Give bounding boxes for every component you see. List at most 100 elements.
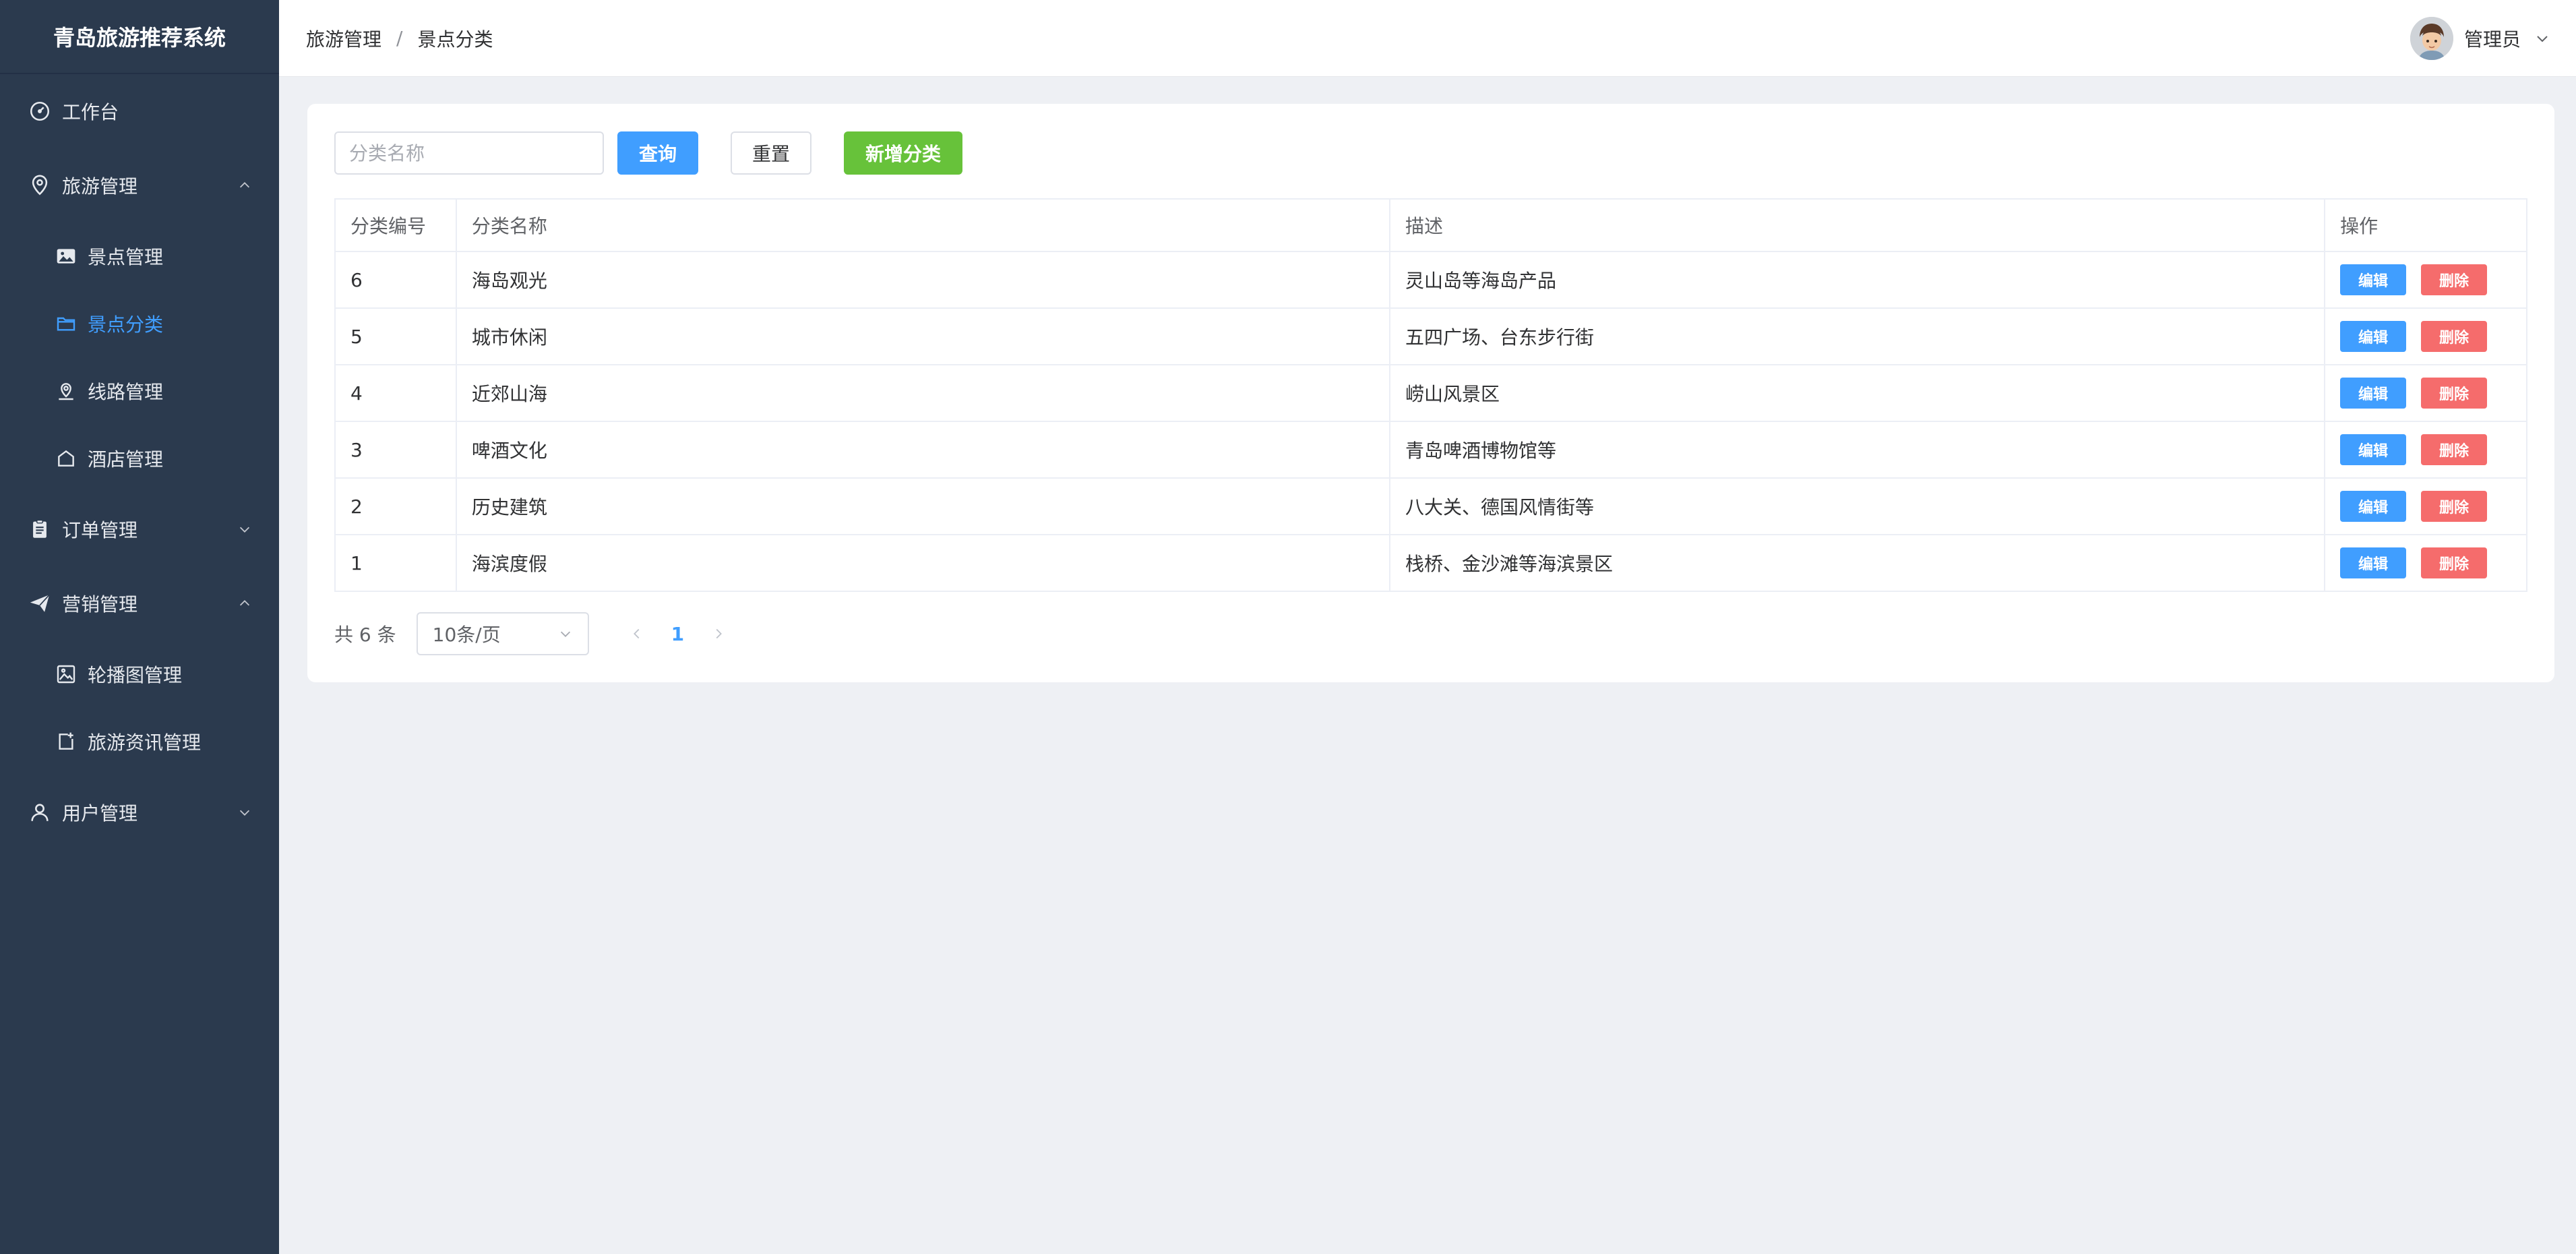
cell-actions: 编辑 删除 — [2324, 421, 2527, 479]
column-header-actions: 操作 — [2324, 198, 2527, 252]
table-row: 6 海岛观光 灵山岛等海岛产品 编辑 删除 — [334, 251, 2527, 309]
delete-button[interactable]: 删除 — [2421, 264, 2488, 295]
category-table: 分类编号 分类名称 描述 操作 6 海岛观光 灵山岛等海岛产品 编辑 删除 5 … — [334, 198, 2527, 592]
sidebar-item-label: 旅游管理 — [62, 175, 138, 198]
folder-icon — [55, 313, 77, 334]
sidebar-item-label: 工作台 — [62, 101, 119, 123]
sidebar-item-label: 轮播图管理 — [88, 664, 183, 686]
column-header-description: 描述 — [1388, 198, 2326, 252]
cell-id: 5 — [334, 307, 457, 365]
cell-id: 2 — [334, 477, 457, 535]
delete-button[interactable]: 删除 — [2421, 378, 2488, 409]
clipboard-icon — [28, 518, 51, 541]
paper-plane-icon — [28, 592, 51, 615]
chevron-down-icon — [2537, 35, 2548, 42]
breadcrumb-item-current: 景点分类 — [417, 28, 493, 51]
cell-description: 青岛啤酒博物馆等 — [1388, 421, 2326, 479]
sidebar-item-label: 订单管理 — [62, 519, 138, 541]
column-header-id: 分类编号 — [334, 198, 457, 252]
table-row: 4 近郊山海 崂山风景区 编辑 删除 — [334, 364, 2527, 422]
breadcrumb-separator: / — [396, 27, 403, 49]
edit-button[interactable]: 编辑 — [2340, 434, 2407, 465]
sidebar-item-label: 旅游资讯管理 — [88, 732, 202, 754]
sidebar-item-label: 用户管理 — [62, 802, 138, 825]
edit-button[interactable]: 编辑 — [2340, 264, 2407, 295]
map-location-icon — [55, 380, 77, 402]
delete-button[interactable]: 删除 — [2421, 321, 2488, 352]
breadcrumb: 旅游管理 / 景点分类 — [306, 25, 493, 52]
sidebar-item-carousel[interactable]: 轮播图管理 — [0, 640, 279, 708]
cell-id: 4 — [334, 364, 457, 422]
content: 查询 重置 新增分类 分类编号 分类名称 描述 操作 — [279, 77, 2576, 682]
sidebar-item-label: 酒店管理 — [88, 448, 164, 471]
image-frame-icon — [55, 663, 77, 685]
main-area: 旅游管理 / 景点分类 管理员 分类名称 查询 重置 新增分类 分类编号 分类名… — [279, 0, 2576, 1254]
table-header-row: 分类编号 分类名称 描述 操作 — [334, 198, 2527, 252]
delete-button[interactable]: 删除 — [2421, 547, 2488, 578]
category-name-search-input[interactable] — [334, 131, 604, 175]
edit-button[interactable]: 编辑 — [2340, 378, 2407, 409]
cell-description: 崂山风景区 — [1388, 364, 2326, 422]
sidebar-item-marketing[interactable]: 营销管理 — [0, 566, 279, 640]
table-row: 2 历史建筑 八大关、德国风情街等 编辑 删除 — [334, 477, 2527, 535]
pagination-total: 共 6 条 — [334, 624, 396, 646]
page-number-current[interactable]: 1 — [671, 623, 684, 645]
column-header-name: 分类名称 — [455, 198, 1390, 252]
cell-name: 近郊山海 — [455, 364, 1390, 422]
cell-name: 历史建筑 — [455, 477, 1390, 535]
cell-actions: 编辑 删除 — [2324, 251, 2527, 309]
cell-actions: 编辑 删除 — [2324, 534, 2527, 592]
sidebar-item-orders[interactable]: 订单管理 — [0, 492, 279, 566]
search-toolbar: 查询 重置 新增分类 — [334, 131, 2527, 175]
sidebar-item-news[interactable]: 旅游资讯管理 — [0, 708, 279, 775]
document-add-icon — [55, 731, 77, 752]
sidebar-item-dashboard[interactable]: 工作台 — [0, 74, 279, 148]
avatar — [2410, 16, 2453, 60]
sidebar-item-users[interactable]: 用户管理 — [0, 775, 279, 849]
cell-description: 灵山岛等海岛产品 — [1388, 251, 2326, 309]
edit-button[interactable]: 编辑 — [2340, 491, 2407, 522]
cell-id: 1 — [334, 534, 457, 592]
edit-button[interactable]: 编辑 — [2340, 547, 2407, 578]
next-page-icon[interactable] — [711, 626, 726, 641]
cell-name: 海岛观光 — [455, 251, 1390, 309]
cell-description: 栈桥、金沙滩等海滨景区 — [1388, 534, 2326, 592]
user-menu[interactable]: 管理员 — [2410, 16, 2550, 60]
cell-id: 3 — [334, 421, 457, 479]
reset-button[interactable]: 重置 — [731, 131, 811, 175]
house-icon — [55, 448, 77, 469]
pagination: 共 6 条 10条/页 1 — [334, 612, 2527, 655]
chevron-down-icon — [239, 527, 250, 533]
page-size-value: 10条/页 — [432, 624, 501, 646]
prev-page-icon[interactable] — [630, 626, 644, 641]
sidebar-item-attraction-categories[interactable]: 景点分类 — [0, 290, 279, 357]
sidebar-item-routes[interactable]: 线路管理 — [0, 357, 279, 425]
query-button[interactable]: 查询 — [617, 131, 698, 175]
breadcrumb-item-travel-management[interactable]: 旅游管理 — [306, 25, 381, 52]
page-size-select[interactable]: 10条/页 — [416, 612, 589, 655]
sidebar-item-label: 景点分类 — [88, 314, 164, 336]
app-title: 青岛旅游推荐系统 — [0, 0, 279, 74]
table-row: 1 海滨度假 栈桥、金沙滩等海滨景区 编辑 删除 — [334, 534, 2527, 592]
cell-name: 城市休闲 — [455, 307, 1390, 365]
table-row: 3 啤酒文化 青岛啤酒博物馆等 编辑 删除 — [334, 421, 2527, 479]
edit-button[interactable]: 编辑 — [2340, 321, 2407, 352]
sidebar: 青岛旅游推荐系统 工作台 旅游管理 景点管理 景点分类 线路管理 酒店管理 订单… — [0, 0, 279, 1254]
chevron-up-icon — [239, 182, 250, 188]
sidebar-item-attractions[interactable]: 景点管理 — [0, 222, 279, 290]
cell-actions: 编辑 删除 — [2324, 364, 2527, 422]
cell-id: 6 — [334, 251, 457, 309]
top-bar: 旅游管理 / 景点分类 管理员 — [279, 0, 2576, 77]
sidebar-item-travel-management[interactable]: 旅游管理 — [0, 148, 279, 222]
delete-button[interactable]: 删除 — [2421, 434, 2488, 465]
chevron-up-icon — [239, 600, 250, 606]
add-category-button[interactable]: 新增分类 — [844, 131, 962, 175]
dashboard-icon — [28, 100, 51, 123]
table-row: 5 城市休闲 五四广场、台东步行街 编辑 删除 — [334, 307, 2527, 365]
chevron-down-icon — [560, 631, 570, 637]
sidebar-item-hotels[interactable]: 酒店管理 — [0, 425, 279, 492]
sidebar-item-label: 营销管理 — [62, 593, 138, 616]
delete-button[interactable]: 删除 — [2421, 491, 2488, 522]
user-name: 管理员 — [2463, 28, 2521, 51]
sidebar-item-label: 线路管理 — [88, 381, 164, 403]
